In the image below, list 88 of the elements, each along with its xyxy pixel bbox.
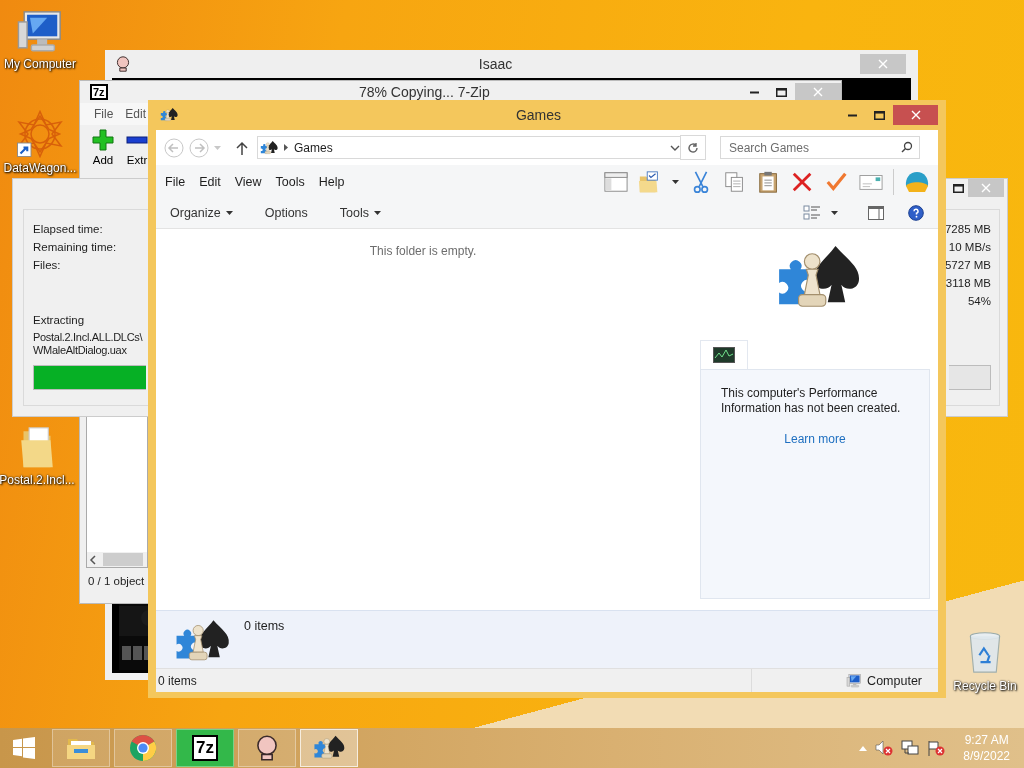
menu-item[interactable]: Tools bbox=[275, 174, 305, 189]
location-text: Computer bbox=[867, 673, 922, 688]
caret-icon[interactable] bbox=[672, 179, 679, 184]
folder-icon[interactable] bbox=[19, 424, 55, 470]
minimize-icon bbox=[848, 113, 857, 117]
back-icon[interactable] bbox=[164, 137, 184, 158]
clock-time: 9:27 AM bbox=[964, 732, 1009, 748]
layout-icon[interactable] bbox=[604, 169, 628, 194]
network-icon[interactable] bbox=[901, 740, 920, 756]
status-text: Extracting bbox=[33, 314, 85, 326]
starburst-icon[interactable] bbox=[16, 110, 64, 158]
field-value: 10 MB/s bbox=[948, 240, 991, 255]
toolbar-button[interactable]: Add bbox=[90, 129, 116, 175]
caret-up-icon[interactable] bbox=[859, 745, 868, 751]
command-button[interactable]: Tools bbox=[335, 204, 385, 222]
window-title: Isaac bbox=[477, 56, 514, 72]
close-icon bbox=[910, 110, 921, 120]
menu-item[interactable]: File bbox=[94, 107, 114, 121]
file-path: WMaleAltDialog.uax bbox=[33, 344, 128, 357]
head-icon bbox=[115, 56, 131, 72]
field-label: Remaining time: bbox=[33, 240, 117, 255]
refresh-button[interactable] bbox=[680, 135, 706, 160]
close-icon bbox=[813, 87, 823, 97]
performance-tab[interactable] bbox=[700, 340, 748, 369]
games-icon bbox=[260, 139, 278, 156]
forward-icon[interactable] bbox=[189, 137, 209, 158]
field-label: Files: bbox=[33, 258, 62, 273]
file-path: Postal.2.Incl.ALL.DLCs\ bbox=[33, 331, 143, 344]
app-logo: 7z bbox=[90, 84, 108, 100]
menu-item[interactable]: View bbox=[234, 174, 262, 189]
head-icon bbox=[254, 735, 280, 761]
command-button[interactable]: Organize bbox=[166, 204, 237, 222]
menu-item[interactable]: Edit bbox=[125, 107, 147, 121]
refresh-icon bbox=[686, 141, 699, 154]
performance-graph-icon bbox=[713, 347, 735, 363]
status-text: 0 / 1 object bbox=[87, 574, 146, 587]
learn-more-link[interactable]: Learn more bbox=[784, 432, 846, 446]
view-list-icon[interactable] bbox=[803, 205, 821, 221]
window-title: Games bbox=[514, 107, 563, 123]
caret-icon[interactable] bbox=[831, 211, 838, 215]
games-icon bbox=[313, 734, 345, 762]
plus-icon bbox=[92, 129, 114, 151]
minimize-icon bbox=[750, 90, 759, 94]
computer-icon bbox=[846, 673, 863, 688]
help-icon[interactable] bbox=[908, 205, 924, 221]
taskbar-button[interactable] bbox=[238, 729, 296, 767]
shell-icon[interactable] bbox=[904, 169, 930, 194]
address-bar[interactable]: Games bbox=[257, 136, 681, 159]
menu-item[interactable]: Edit bbox=[199, 174, 221, 189]
menu-item[interactable]: File bbox=[165, 174, 186, 189]
flag-icon[interactable] bbox=[927, 740, 946, 756]
field-value: 5727 MB bbox=[944, 258, 991, 273]
speaker-muted-icon[interactable] bbox=[875, 740, 894, 756]
progress-track bbox=[949, 365, 991, 390]
field-value: 7285 MB bbox=[944, 222, 991, 237]
taskbar-button[interactable] bbox=[300, 729, 358, 767]
empty-message: This folder is empty. bbox=[369, 244, 477, 258]
app-logo: 7z bbox=[192, 735, 218, 761]
window-title: 78% Copying... 7-Zip bbox=[357, 84, 491, 100]
taskbar-button[interactable]: 7z bbox=[176, 729, 234, 767]
up-arrow-icon[interactable] bbox=[236, 140, 248, 155]
search-icon bbox=[901, 141, 913, 153]
search-field[interactable]: Search Games bbox=[720, 136, 920, 159]
chevron-icon bbox=[284, 144, 288, 151]
address-text: Games bbox=[294, 140, 334, 155]
computer-icon[interactable] bbox=[17, 10, 63, 54]
close-icon bbox=[878, 59, 888, 69]
performance-message: This computer's Performance Information has not been created. bbox=[721, 386, 902, 416]
field-value: 54% bbox=[967, 294, 991, 309]
maximize-icon bbox=[776, 87, 787, 97]
maximize-icon bbox=[952, 183, 964, 193]
dropdown-icon[interactable] bbox=[670, 144, 680, 151]
preview-pane-icon[interactable] bbox=[868, 206, 884, 220]
close-icon bbox=[981, 183, 991, 193]
browser-icon bbox=[129, 734, 157, 762]
recycle-bin-icon[interactable] bbox=[967, 630, 1003, 676]
clock-date: 8/9/2022 bbox=[963, 748, 1010, 764]
scroll-thumb[interactable] bbox=[103, 553, 143, 566]
item-count: 0 items bbox=[244, 619, 285, 635]
menu-item[interactable]: Help bbox=[318, 174, 345, 189]
field-value: 3118 MB bbox=[945, 276, 991, 291]
command-button[interactable]: Options bbox=[260, 204, 312, 222]
field-label: Elapsed time: bbox=[33, 222, 104, 237]
maximize-icon bbox=[874, 110, 885, 120]
item-count: 0 items bbox=[158, 673, 197, 688]
windows-logo-icon bbox=[13, 737, 35, 759]
games-icon bbox=[160, 107, 178, 123]
toolbar-button[interactable]: Extr bbox=[124, 129, 150, 175]
